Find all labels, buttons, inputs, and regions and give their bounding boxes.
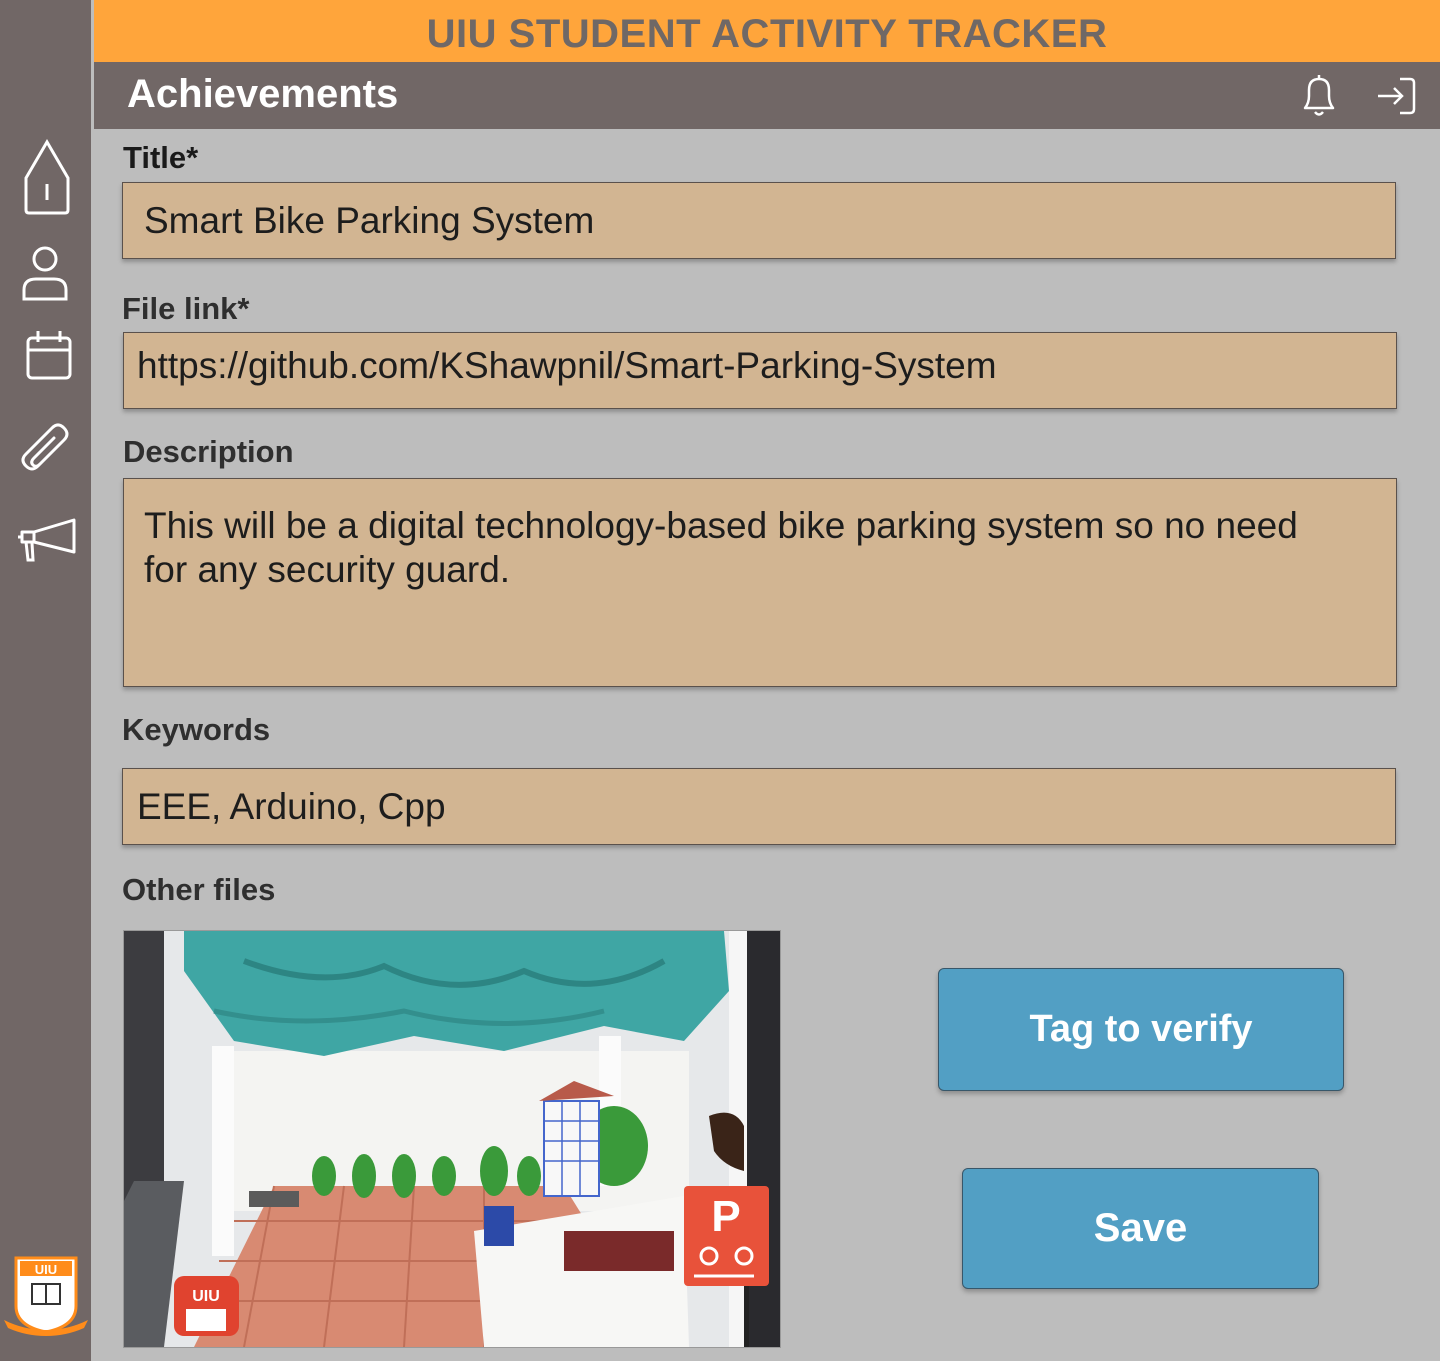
app-title: UIU STUDENT ACTIVITY TRACKER	[426, 12, 1108, 56]
file-link-label: File link*	[122, 291, 250, 326]
other-files-label: Other files	[122, 872, 276, 907]
title-label: Title*	[123, 140, 199, 175]
description-line-2: for any security guard.	[144, 549, 511, 590]
page-title: Achievements	[127, 72, 399, 116]
description-label: Description	[123, 434, 294, 469]
file-link-input-value: https://github.com/KShawpnil/Smart-Parki…	[137, 345, 997, 386]
logout-icon[interactable]	[1374, 74, 1418, 118]
parking-model-image: P UIU	[124, 931, 780, 1347]
parking-sign-letter: P	[711, 1192, 740, 1241]
save-label: Save	[1093, 1206, 1188, 1250]
uiu-logo: UIU	[4, 1256, 88, 1336]
paperclip-icon[interactable]	[16, 420, 78, 482]
megaphone-icon[interactable]	[16, 506, 78, 568]
home-icon[interactable]	[16, 138, 78, 216]
file-link-input[interactable]: https://github.com/KShawpnil/Smart-Parki…	[123, 332, 1397, 409]
page-header: Achievements	[94, 62, 1440, 129]
logo-text: UIU	[35, 1262, 57, 1277]
title-input[interactable]: Smart Bike Parking System	[122, 182, 1396, 259]
description-textarea[interactable]: This will be a digital technology-based …	[123, 478, 1397, 687]
description-line-1: This will be a digital technology-based …	[144, 505, 1298, 546]
bell-icon[interactable]	[1297, 74, 1341, 118]
keywords-input[interactable]: EEE, Arduino, Cpp	[122, 768, 1396, 845]
title-input-value: Smart Bike Parking System	[144, 200, 595, 241]
sidebar: UIU	[0, 0, 91, 1361]
tag-to-verify-button[interactable]: Tag to verify	[938, 968, 1344, 1091]
photo-logo-text: UIU	[192, 1288, 220, 1305]
tag-to-verify-label: Tag to verify	[1029, 1008, 1253, 1050]
app-title-bar: UIU STUDENT ACTIVITY TRACKER	[94, 0, 1440, 62]
attached-photo[interactable]: P UIU	[123, 930, 781, 1348]
keywords-label: Keywords	[122, 712, 271, 747]
user-icon[interactable]	[16, 242, 78, 304]
keywords-input-value: EEE, Arduino, Cpp	[137, 786, 446, 827]
save-button[interactable]: Save	[962, 1168, 1319, 1289]
calendar-icon[interactable]	[16, 328, 78, 390]
